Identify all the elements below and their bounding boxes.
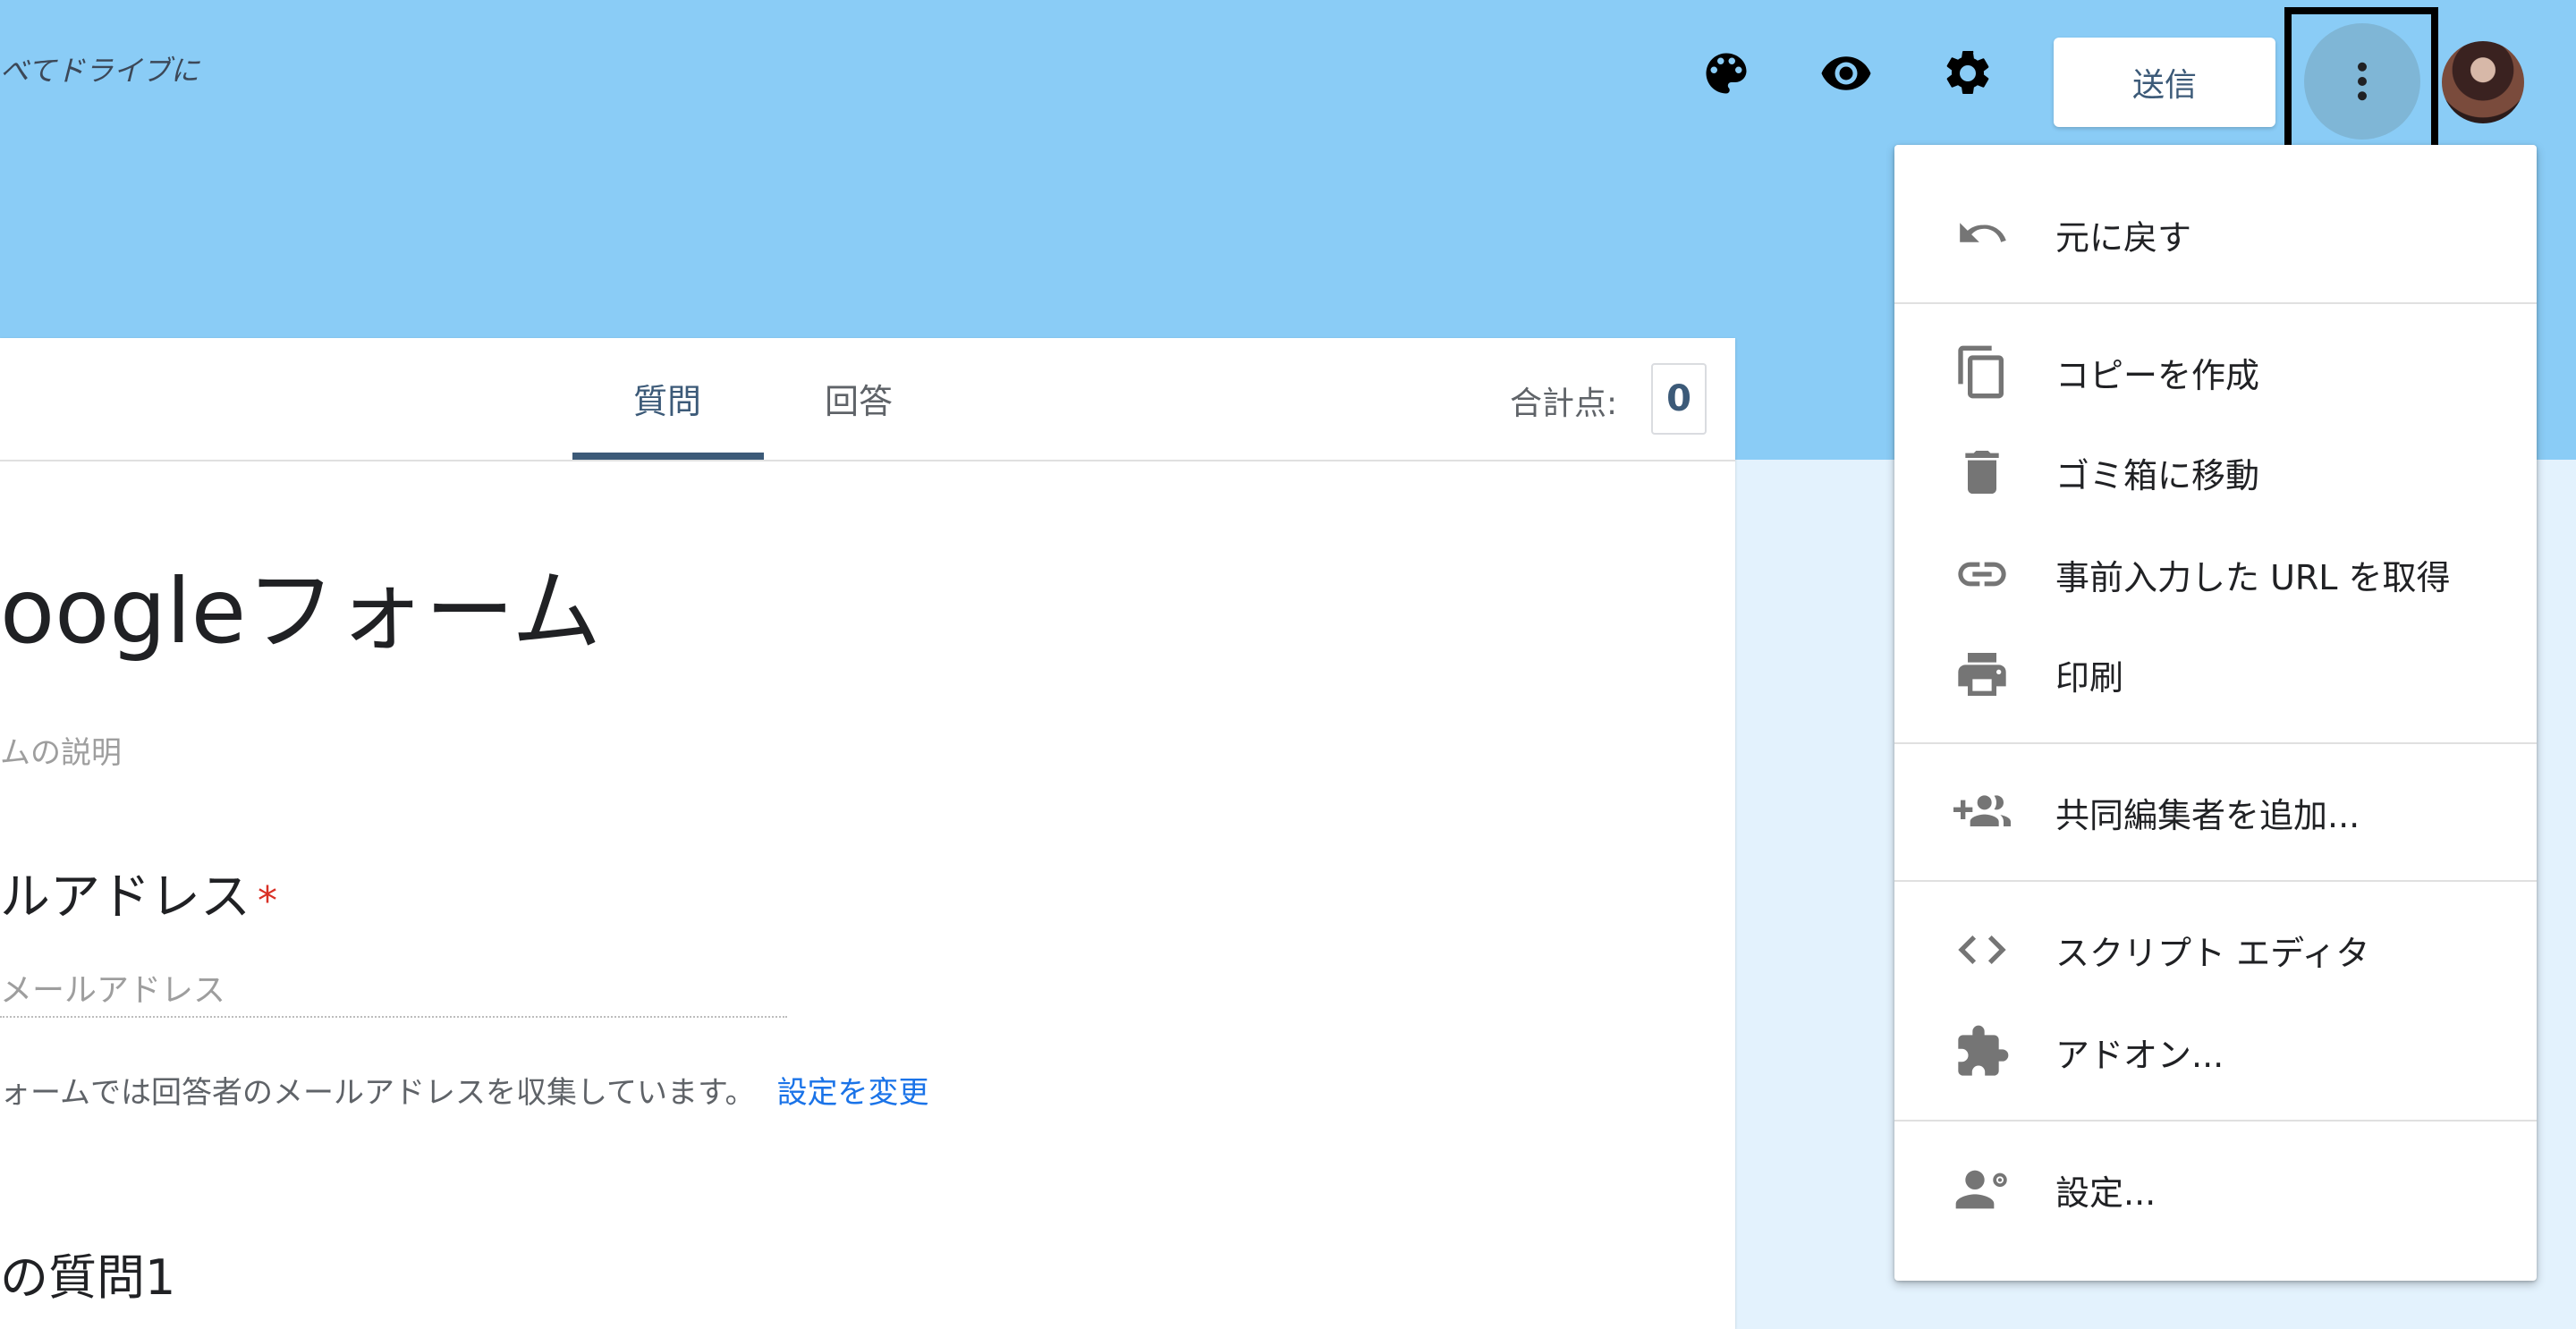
copy-icon xyxy=(1953,343,2011,401)
email-question-label: ルアドレス xyxy=(0,868,250,927)
email-field[interactable] xyxy=(0,964,787,1018)
form-title[interactable]: oogleフォーム xyxy=(0,538,601,668)
link-icon xyxy=(1953,546,2011,603)
add-people-icon xyxy=(1953,783,2011,841)
email-collection-note: ォームでは回答者のメールアドレスを収集しています。 設定を変更 xyxy=(0,1068,929,1112)
print-icon xyxy=(1953,646,2011,703)
tab-questions[interactable]: 質問 xyxy=(633,374,701,423)
eye-icon[interactable] xyxy=(1819,47,1873,100)
menu-item-label: 元に戻す xyxy=(2055,217,2192,258)
tab-answers[interactable]: 回答 xyxy=(825,374,893,423)
menu-item-move-to-trash[interactable]: ゴミ箱に移動 xyxy=(1894,427,2537,517)
total-points-value[interactable]: 0 xyxy=(1651,363,1707,435)
menu-item-label: コピーを作成 xyxy=(2055,355,2260,395)
change-settings-link[interactable]: 設定を変更 xyxy=(777,1075,929,1111)
menu-item-undo[interactable]: 元に戻す xyxy=(1894,190,2537,279)
menu-item-label: 事前入力した URL を取得 xyxy=(2055,557,2451,597)
menu-divider xyxy=(1894,1120,2537,1122)
menu-item-label: 印刷 xyxy=(2055,657,2124,698)
gear-icon[interactable] xyxy=(1941,47,1995,100)
menu-item-settings[interactable]: 設定... xyxy=(1894,1145,2537,1234)
menu-item-print[interactable]: 印刷 xyxy=(1894,630,2537,719)
menu-item-label: アドオン... xyxy=(2055,1035,2224,1075)
save-status: べてドライブに xyxy=(0,54,199,88)
menu-item-label: スクリプト エディタ xyxy=(2055,933,2370,973)
trash-icon xyxy=(1953,444,2011,501)
more-vert-icon xyxy=(2358,62,2367,101)
undo-icon xyxy=(1953,206,2011,263)
menu-divider xyxy=(1894,742,2537,744)
required-mark: * xyxy=(258,878,277,924)
menu-item-make-copy[interactable]: コピーを作成 xyxy=(1894,327,2537,417)
more-options-button[interactable] xyxy=(2304,23,2420,140)
form-card: 質問 回答 合計点: 0 oogleフォーム ムの説明 ルアドレス* ォームでは… xyxy=(0,338,1735,1329)
more-options-menu: 元に戻す コピーを作成 ゴミ箱に移動 事前入力した URL を取得 印刷 共同編… xyxy=(1894,145,2537,1281)
menu-divider xyxy=(1894,880,2537,882)
send-button[interactable]: 送信 xyxy=(2054,38,2275,127)
code-icon xyxy=(1953,921,2011,978)
menu-item-script-editor[interactable]: スクリプト エディタ xyxy=(1894,905,2537,995)
menu-item-label: 設定... xyxy=(2055,1172,2157,1213)
person-gear-icon xyxy=(1953,1161,2011,1218)
palette-icon[interactable] xyxy=(1699,47,1753,100)
active-tab-indicator xyxy=(572,453,764,460)
menu-item-addons[interactable]: アドオン... xyxy=(1894,1007,2537,1096)
menu-item-label: 共同編集者を追加... xyxy=(2055,795,2360,835)
menu-divider xyxy=(1894,302,2537,304)
menu-item-add-collaborators[interactable]: 共同編集者を追加... xyxy=(1894,767,2537,857)
tabs-bar: 質問 回答 合計点: 0 xyxy=(0,338,1735,461)
question-title[interactable]: の質問1 xyxy=(0,1238,175,1308)
email-collection-text: ォームでは回答者のメールアドレスを収集しています。 xyxy=(0,1075,756,1111)
email-question-title: ルアドレス * xyxy=(0,857,277,929)
puzzle-icon xyxy=(1953,1023,2011,1080)
total-points-label: 合計点: xyxy=(1510,385,1618,422)
form-description[interactable]: ムの説明 xyxy=(0,728,122,772)
menu-item-label: ゴミ箱に移動 xyxy=(2055,455,2260,495)
avatar[interactable] xyxy=(2442,41,2524,123)
menu-item-prefilled-url[interactable]: 事前入力した URL を取得 xyxy=(1894,529,2537,619)
